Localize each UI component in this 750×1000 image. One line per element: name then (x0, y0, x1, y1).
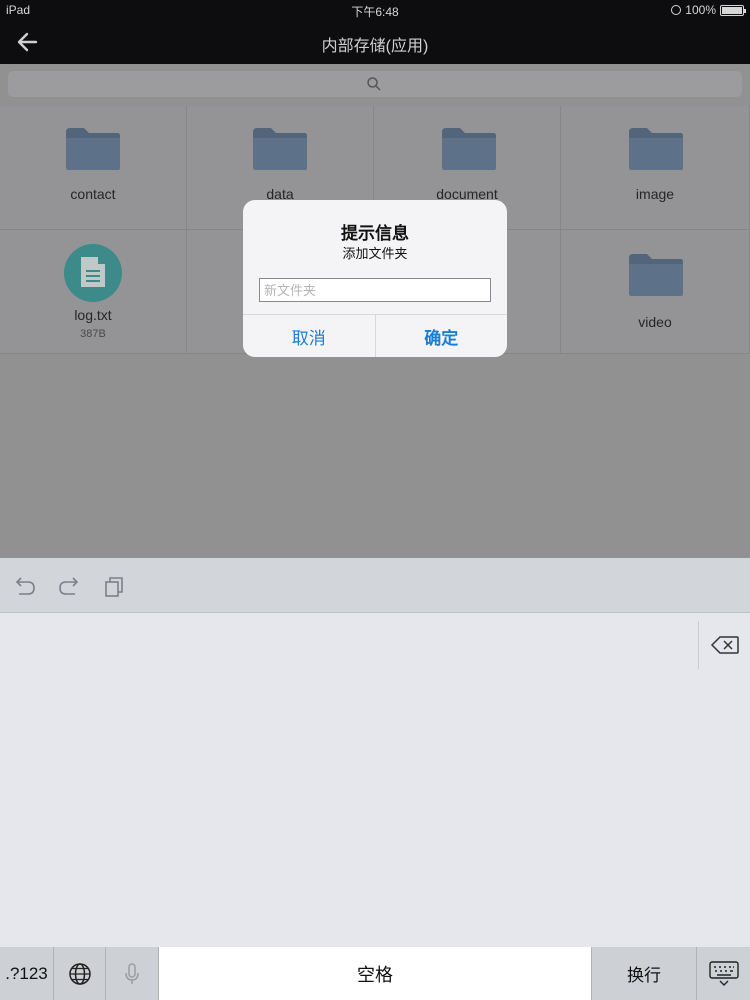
undo-icon[interactable] (13, 576, 37, 598)
battery-percent: 100% (685, 3, 716, 17)
return-key[interactable]: 换行 (592, 947, 697, 1000)
text-file-icon (64, 244, 122, 302)
dictation-key[interactable] (106, 947, 159, 1000)
keyboard-hide-icon (708, 960, 739, 986)
rotation-lock-icon (671, 5, 682, 15)
keyboard: .?123 空格 换行 (0, 613, 750, 1000)
folder-icon (253, 128, 307, 170)
status-right: 100% (671, 3, 746, 17)
microphone-icon (125, 962, 139, 984)
file-item-log[interactable]: log.txt 387B (0, 230, 187, 354)
confirm-button[interactable]: 确定 (374, 315, 508, 357)
file-name: image (635, 186, 675, 202)
dismiss-keyboard-key[interactable] (697, 947, 750, 1000)
folder-icon (629, 254, 683, 296)
dialog-actions: 取消 确定 (243, 314, 507, 357)
paste-icon[interactable] (103, 576, 127, 598)
file-item-image[interactable]: image (561, 106, 750, 230)
folder-icon (66, 128, 120, 170)
dialog-title: 提示信息 (341, 224, 409, 243)
folder-icon (629, 128, 683, 170)
numbers-key[interactable]: .?123 (0, 947, 54, 1000)
globe-icon (68, 962, 91, 985)
status-bar: iPad 下午6:48 100% (0, 0, 750, 20)
navigation-bar: 内部存储(应用) (0, 20, 750, 64)
keyboard-shortcut-bar (0, 558, 750, 613)
file-name: contact (70, 186, 116, 202)
backspace-key[interactable] (698, 621, 750, 669)
keyboard-bottom-row: .?123 空格 换行 (0, 947, 750, 1000)
add-folder-dialog: 提示信息 添加文件夹 取消 确定 (243, 200, 507, 357)
folder-name-input[interactable] (259, 278, 491, 302)
file-size: 387B (80, 328, 106, 340)
status-time: 下午6:48 (351, 5, 399, 19)
cancel-button[interactable]: 取消 (243, 315, 375, 357)
battery-icon (720, 4, 746, 16)
folder-icon (442, 128, 496, 170)
file-name: log.txt (74, 307, 112, 323)
space-key[interactable]: 空格 (159, 947, 592, 1000)
file-item-contact[interactable]: contact (0, 106, 187, 230)
search-bar[interactable] (8, 71, 742, 97)
page-title: 内部存储(应用) (321, 38, 429, 55)
file-item-video[interactable]: video (561, 230, 750, 354)
backspace-icon (710, 636, 739, 654)
redo-icon[interactable] (57, 576, 81, 598)
dialog-message: 添加文件夹 (342, 246, 408, 261)
file-name: video (638, 314, 672, 330)
search-icon (367, 77, 381, 91)
globe-key[interactable] (54, 947, 106, 1000)
